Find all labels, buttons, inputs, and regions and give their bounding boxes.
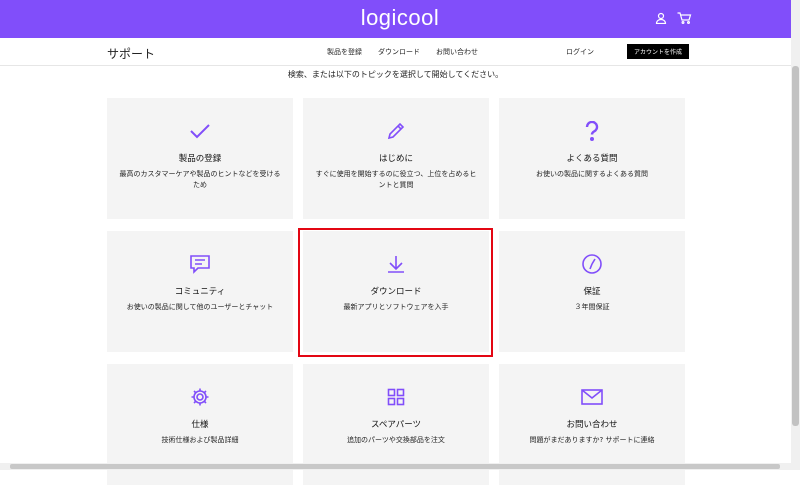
pencil-icon [303, 120, 489, 142]
card-warranty[interactable]: 保証 ３年間保証 [499, 231, 685, 352]
grid-icon [303, 386, 489, 408]
intro-text: 検索、または以下のトピックを選択して開始してください。 [287, 70, 504, 79]
card-title: スペアパーツ [370, 420, 422, 430]
nav-contact[interactable]: お問い合わせ [436, 47, 478, 57]
warranty-icon [499, 253, 685, 275]
nav-download[interactable]: ダウンロード [378, 47, 420, 57]
login-link[interactable]: ログイン [566, 47, 594, 57]
checkmark-icon [107, 120, 293, 142]
chat-icon [107, 253, 293, 275]
selection-highlight [298, 228, 493, 357]
card-title: 保証 [583, 287, 601, 297]
card-getting-started[interactable]: はじめに すぐに使用を開始するのに役立つ、上位を占めるヒントと質問 [303, 98, 489, 219]
card-description: 最高のカスタマーケアや製品のヒントなどを受けるため [119, 170, 281, 189]
cart-icon[interactable] [677, 12, 692, 24]
nav-register-product[interactable]: 製品を登録 [327, 47, 362, 57]
subnav-links: 製品を登録 ダウンロード お問い合わせ [327, 47, 478, 57]
card-description: お使いの製品に関して他のユーザーとチャット [126, 303, 274, 311]
user-icon[interactable] [655, 12, 667, 24]
top-bar: logicool [0, 0, 800, 38]
card-title: 製品の登録 [178, 154, 222, 164]
card-title: よくある質問 [566, 154, 618, 164]
card-register-product[interactable]: 製品の登録 最高のカスタマーケアや製品のヒントなどを受けるため [107, 98, 293, 219]
card-description: 技術仕様および製品詳細 [161, 436, 239, 444]
top-icons [655, 12, 692, 24]
card-description: 追加のパーツや交換部品を注文 [347, 436, 445, 444]
card-title: はじめに [378, 154, 413, 164]
card-community[interactable]: コミュニティ お使いの製品に関して他のユーザーとチャット [107, 231, 293, 352]
support-subnav: サポート 製品を登録 ダウンロード お問い合わせ ログイン アカウントを作成 [0, 38, 791, 66]
card-description: 問題がまだありますか? サポートに連絡 [529, 436, 655, 444]
card-title: お問い合わせ [566, 420, 618, 430]
vertical-scroll-thumb[interactable] [792, 66, 799, 426]
gear-icon [107, 386, 293, 408]
support-title: サポート [107, 47, 156, 61]
card-description: すぐに使用を開始するのに役立つ、上位を占めるヒントと質問 [315, 170, 477, 189]
card-title: 仕様 [191, 420, 209, 430]
envelope-icon [499, 386, 685, 408]
card-title: コミュニティ [174, 287, 226, 297]
horizontal-scroll-thumb[interactable] [10, 464, 780, 469]
card-faq[interactable]: よくある質問 お使いの製品に関するよくある質問 [499, 98, 685, 219]
card-description: ３年間保証 [574, 303, 610, 311]
card-description: お使いの製品に関するよくある質問 [536, 170, 648, 178]
question-icon [499, 120, 685, 142]
create-account-button[interactable]: アカウントを作成 [627, 44, 689, 59]
